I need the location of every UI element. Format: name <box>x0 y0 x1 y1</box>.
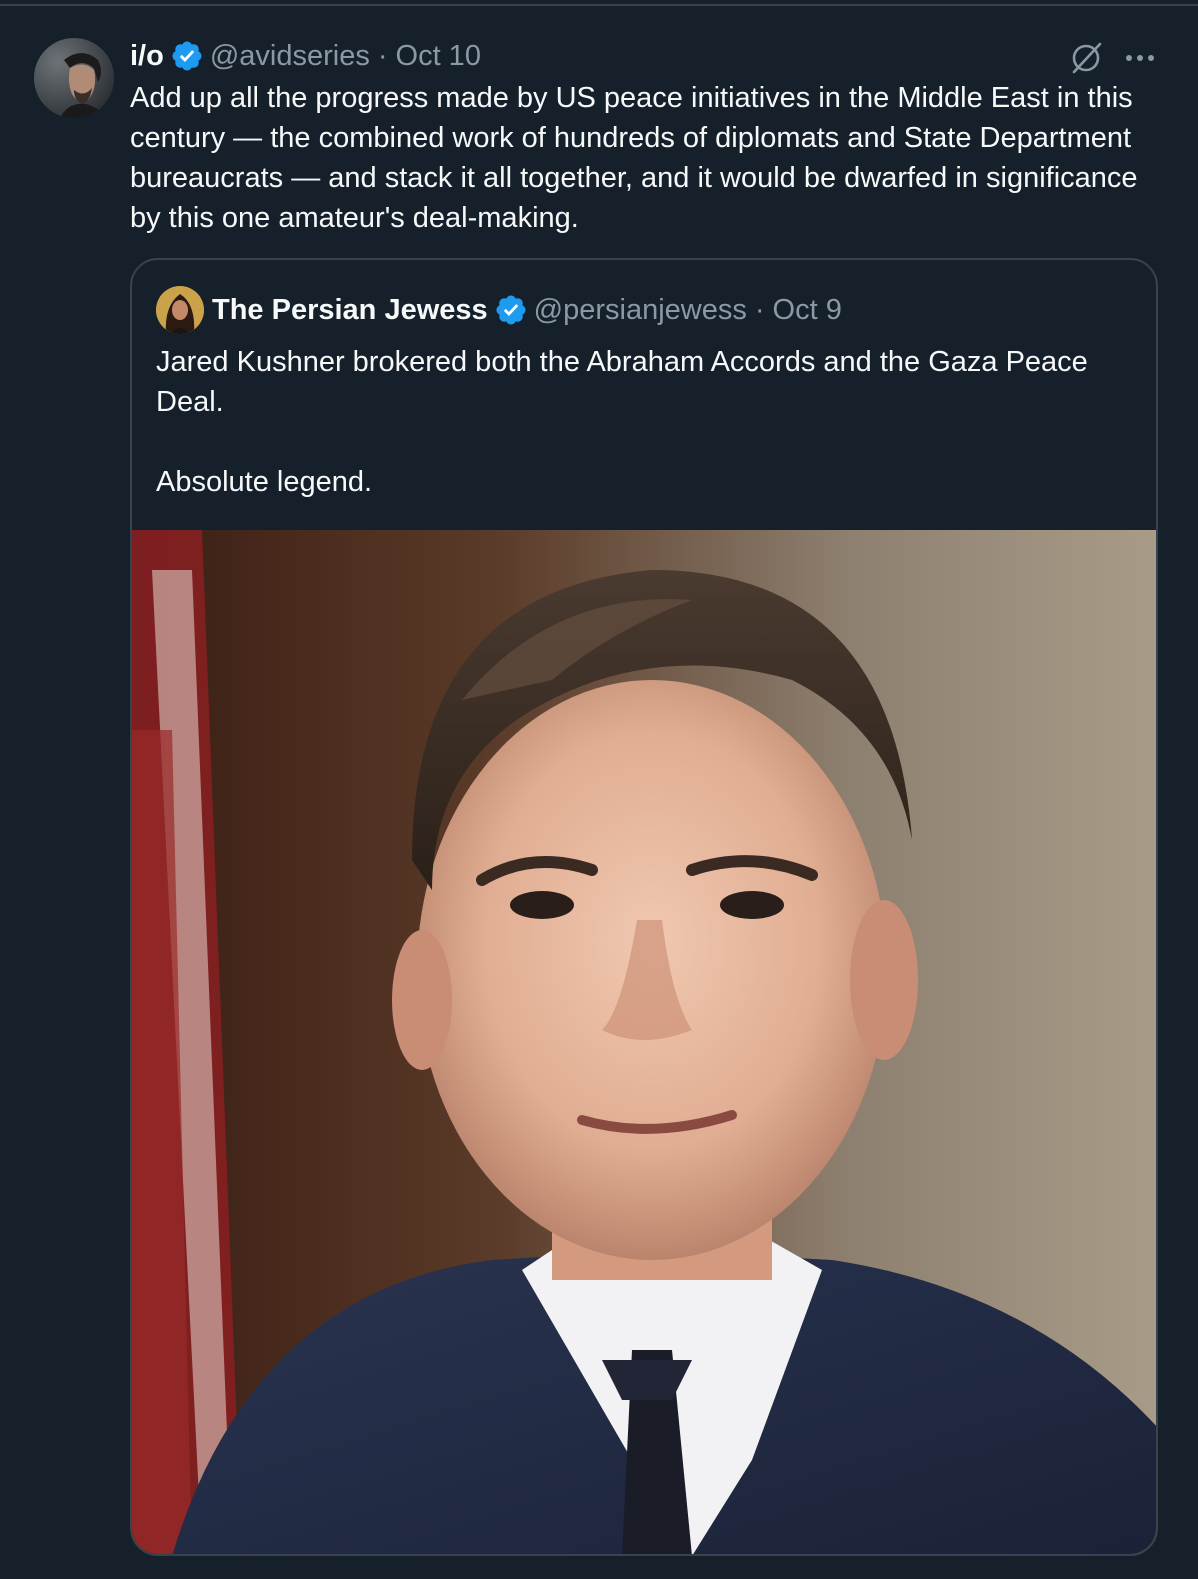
tweet-header: i/o @avidseries · Oct 10 <box>130 36 481 76</box>
tweet-timestamp[interactable]: Oct 10 <box>396 40 481 73</box>
quoted-tweet-photo[interactable] <box>132 530 1158 1556</box>
quoted-tweet-paragraph: Absolute legend. <box>156 466 373 498</box>
header-separator: · <box>377 39 388 72</box>
author-handle[interactable]: @avidseries <box>210 40 370 73</box>
more-options-icon[interactable] <box>1124 52 1156 64</box>
author-avatar[interactable] <box>34 38 114 118</box>
author-avatar-image <box>34 38 114 118</box>
quoted-author-avatar-image <box>156 286 204 334</box>
quoted-author-avatar[interactable] <box>156 286 204 334</box>
verified-badge-icon <box>172 41 202 71</box>
quoted-tweet-timestamp[interactable]: Oct 9 <box>773 294 842 327</box>
tweet[interactable]: i/o @avidseries · Oct 10 Add up all the … <box>0 8 1198 1579</box>
quoted-tweet-card[interactable]: The Persian Jewess @persianjewess · Oct … <box>130 258 1158 1556</box>
quoted-author-display-name[interactable]: The Persian Jewess <box>212 294 488 327</box>
quoted-tweet-paragraph: Jared Kushner brokered both the Abraham … <box>156 346 1088 418</box>
verified-badge-icon <box>496 295 526 325</box>
tweet-text: Add up all the progress made by US peace… <box>130 82 1138 234</box>
top-divider <box>0 0 1198 6</box>
quoted-tweet-header: The Persian Jewess @persianjewess · Oct … <box>212 290 842 330</box>
quoted-author-handle[interactable]: @persianjewess <box>534 294 747 327</box>
grok-icon[interactable] <box>1068 40 1104 76</box>
quoted-header-separator: · <box>754 293 765 326</box>
author-display-name[interactable]: i/o <box>130 40 164 73</box>
quoted-tweet-text: Jared Kushner brokered both the Abraham … <box>156 342 1146 502</box>
